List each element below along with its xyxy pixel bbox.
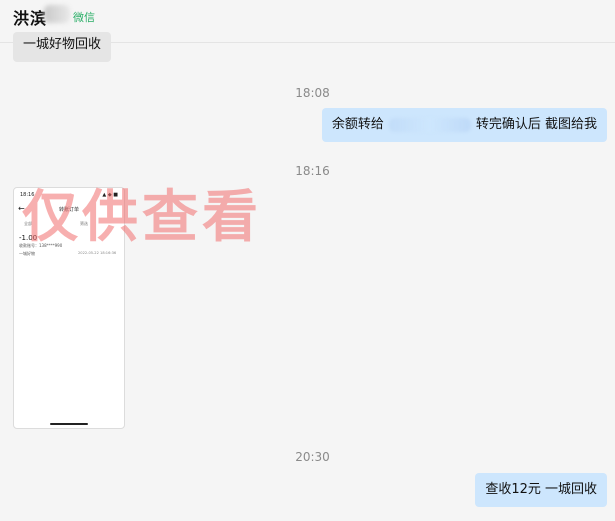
- timestamp: 18:08: [295, 86, 330, 100]
- contact-name[interactable]: 洪滨: [13, 5, 47, 29]
- thumb-home-bar: [50, 423, 88, 425]
- message-text-part1: 余额转给: [331, 117, 384, 132]
- timestamp: 20:30: [295, 450, 330, 464]
- message-text-part2: 转完确认后 截图给我: [475, 117, 597, 132]
- message-text: 一城好物回收: [23, 37, 102, 52]
- wechat-tag: 微信: [73, 11, 95, 24]
- message-text: 查收12元 一城回收: [485, 482, 597, 497]
- message-bubble-sent[interactable]: 余额转给 转完确认后 截图给我: [321, 108, 607, 142]
- name-redaction: [44, 5, 70, 23]
- redacted-number: [388, 117, 471, 132]
- watermark: 仅供查看: [22, 185, 262, 250]
- message-bubble-sent[interactable]: 查收12元 一城回收: [475, 473, 607, 507]
- message-bubble-prev[interactable]: 一城好物回收: [13, 32, 112, 62]
- chat-window: 洪滨 微信 一城好物回收 18:08 余额转给 转完确认后 截图给我 18:16 …: [0, 0, 615, 521]
